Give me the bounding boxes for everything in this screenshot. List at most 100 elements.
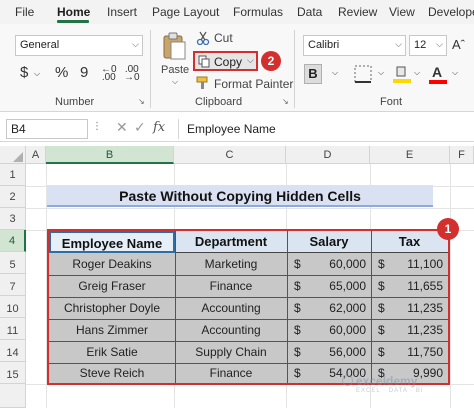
- font-name-dropdown[interactable]: Calibri ⌵: [303, 35, 406, 56]
- tab-home[interactable]: Home: [57, 5, 90, 19]
- tab-insert[interactable]: Insert: [107, 5, 137, 19]
- tab-view[interactable]: View: [389, 5, 415, 19]
- font-size-dropdown[interactable]: 12 ⌵: [409, 35, 447, 56]
- clipboard-group-label: Clipboard: [195, 96, 243, 108]
- cell-employee-name: Hans Zimmer: [75, 323, 148, 337]
- increase-decimal-button[interactable]: ←0.00: [101, 65, 117, 83]
- copy-label: Copy: [214, 55, 243, 69]
- cell-salary: 60,000: [329, 257, 366, 271]
- gridline: [26, 208, 474, 209]
- cancel-icon[interactable]: ✕: [116, 119, 128, 136]
- ribbon: General ⌵ $ ⌵ % 9 ←0.00 .00 →0 Number ↘ P…: [0, 24, 474, 112]
- cell-salary: 65,000: [329, 279, 366, 293]
- copy-icon: [198, 55, 210, 68]
- table-row[interactable]: Hans Zimmer Accounting $ 60,000 $ 11,235: [49, 319, 448, 341]
- cell-salary-currency: $: [294, 366, 301, 380]
- cell-salary: 56,000: [329, 345, 366, 359]
- chevron-down-icon[interactable]: ⌵: [332, 68, 338, 78]
- row-header[interactable]: 15: [0, 362, 26, 384]
- more-options-icon[interactable]: ⋮: [92, 121, 102, 132]
- decrease-decimal-button[interactable]: .00 →0: [124, 65, 140, 83]
- header-salary[interactable]: Salary: [287, 231, 371, 253]
- copy-button[interactable]: Copy ⌵: [193, 51, 258, 71]
- tab-formulas[interactable]: Formulas: [233, 5, 283, 19]
- tab-page-layout[interactable]: Page Layout: [152, 5, 219, 19]
- watermark-brand: exceldemy: [356, 374, 418, 388]
- number-format-dropdown[interactable]: General ⌵: [15, 35, 143, 56]
- cell-tax-currency: $: [378, 279, 385, 293]
- cell-salary-currency: $: [294, 279, 301, 293]
- insert-function-button[interactable]: fx: [153, 120, 165, 135]
- chevron-down-icon[interactable]: ⌵: [378, 68, 384, 78]
- chevron-down-icon[interactable]: ⌵: [247, 55, 254, 66]
- cut-button[interactable]: Cut: [214, 31, 233, 45]
- fill-color-icon[interactable]: [392, 64, 412, 84]
- tab-data[interactable]: Data: [297, 5, 322, 19]
- cell-employee-name: Christopher Doyle: [63, 301, 161, 315]
- row-header[interactable]: 7: [0, 274, 26, 296]
- dialog-launcher-icon[interactable]: ↘: [138, 97, 145, 106]
- cell-salary-currency: $: [294, 301, 301, 315]
- cell-department: Supply Chain: [195, 345, 267, 359]
- chevron-down-icon: ⌵: [132, 39, 139, 49]
- cell-tax: 11,750: [407, 345, 443, 359]
- header-employee-name[interactable]: Employee Name: [49, 231, 175, 253]
- row-header[interactable]: [0, 384, 26, 408]
- comma-style-button[interactable]: 9: [80, 64, 88, 81]
- paste-button[interactable]: Paste: [161, 64, 189, 76]
- table-row[interactable]: Christopher Doyle Accounting $ 62,000 $ …: [49, 297, 448, 319]
- select-all-corner[interactable]: [0, 146, 26, 164]
- cell-tax: 11,235: [407, 301, 443, 315]
- cell-tax: 11,655: [407, 279, 443, 293]
- bold-button[interactable]: B: [304, 64, 322, 84]
- format-painter-button[interactable]: Format Painter: [214, 77, 293, 91]
- sheet-title[interactable]: Paste Without Copying Hidden Cells: [47, 185, 433, 207]
- font-color-swatch: [429, 80, 447, 84]
- chevron-down-icon: ⌵: [436, 39, 443, 49]
- row-header[interactable]: 14: [0, 340, 26, 362]
- row-header[interactable]: 1: [0, 164, 26, 186]
- table-row[interactable]: Roger Deakins Marketing $ 60,000 $ 11,10…: [49, 253, 448, 275]
- formula-input[interactable]: Employee Name: [178, 119, 474, 139]
- tab-review[interactable]: Review: [338, 5, 377, 19]
- formula-content: Employee Name: [187, 122, 276, 136]
- tab-developer[interactable]: Developer: [428, 5, 474, 19]
- column-header-d[interactable]: D: [286, 146, 370, 164]
- logo-icon: [342, 375, 353, 386]
- borders-icon[interactable]: [354, 65, 372, 83]
- row-header[interactable]: 11: [0, 318, 26, 340]
- select-all-icon: [13, 152, 23, 162]
- cell-employee-name: Steve Reich: [79, 366, 145, 380]
- row-header[interactable]: 4: [0, 230, 26, 252]
- column-header-f[interactable]: F: [450, 146, 474, 164]
- table-row[interactable]: Erik Satie Supply Chain $ 56,000 $ 11,75…: [49, 341, 448, 363]
- font-color-button[interactable]: A: [428, 64, 448, 84]
- column-header-e[interactable]: E: [370, 146, 450, 164]
- row-header[interactable]: 3: [0, 208, 26, 230]
- column-header-c[interactable]: C: [174, 146, 286, 164]
- cell-employee-name: Greig Fraser: [78, 279, 146, 293]
- enter-icon[interactable]: ✓: [134, 119, 146, 136]
- row-header[interactable]: 10: [0, 296, 26, 318]
- dialog-launcher-icon[interactable]: ↘: [282, 97, 289, 106]
- currency-format-button[interactable]: $: [20, 64, 28, 81]
- cell-salary: 62,000: [329, 301, 366, 315]
- font-size-value: 12: [414, 39, 427, 51]
- column-header-b[interactable]: B: [46, 146, 174, 164]
- increase-font-size-button[interactable]: Aˆ: [452, 37, 465, 52]
- percent-format-button[interactable]: %: [55, 64, 68, 81]
- column-header-a[interactable]: A: [26, 146, 46, 164]
- table-row[interactable]: Greig Fraser Finance $ 65,000 $ 11,655: [49, 275, 448, 297]
- row-header[interactable]: 2: [0, 186, 26, 208]
- header-department[interactable]: Department: [175, 231, 287, 253]
- chevron-down-icon[interactable]: ⌵: [172, 77, 178, 87]
- gridline: [450, 164, 451, 408]
- header-tax[interactable]: Tax: [371, 231, 448, 253]
- chevron-down-icon[interactable]: ⌵: [34, 69, 40, 79]
- paste-icon[interactable]: [162, 32, 188, 62]
- chevron-down-icon[interactable]: ⌵: [452, 68, 458, 78]
- row-header[interactable]: 5: [0, 252, 26, 274]
- chevron-down-icon[interactable]: ⌵: [414, 68, 420, 78]
- name-box[interactable]: B4: [6, 119, 88, 139]
- tab-file[interactable]: File: [15, 5, 34, 19]
